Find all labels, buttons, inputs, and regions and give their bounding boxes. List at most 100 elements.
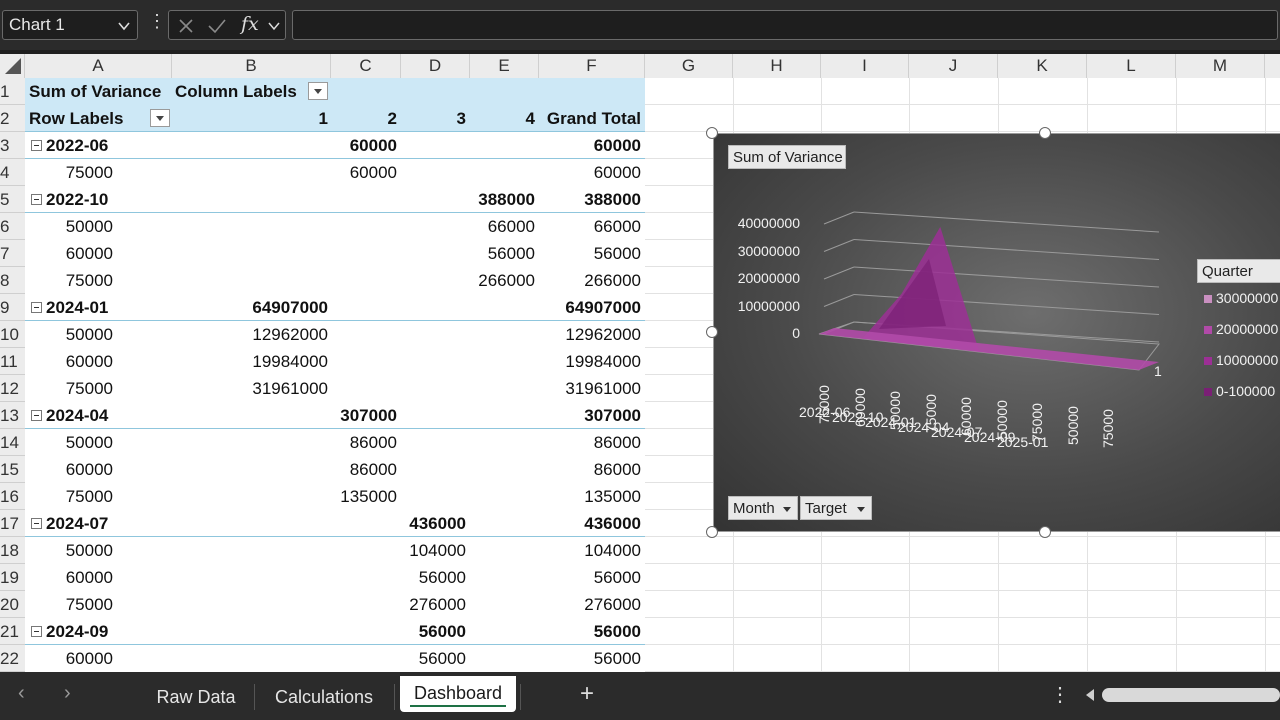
legend-item[interactable]: 10000000: [1204, 352, 1278, 368]
tab-raw-data[interactable]: Raw Data: [140, 682, 252, 714]
name-box[interactable]: Chart 1: [2, 10, 138, 40]
collapse-icon[interactable]: [31, 626, 42, 637]
pivot-detail-row[interactable]: 60000 56000 56000: [25, 564, 645, 591]
row-header-5[interactable]: 5: [0, 186, 25, 213]
pivot-chart[interactable]: Sum of Variance 40000000 30000000 20000000…: [713, 133, 1280, 532]
column-header-m[interactable]: M: [1176, 54, 1265, 78]
chart-resize-handle-bottom[interactable]: [1039, 526, 1051, 538]
column-header-c[interactable]: C: [331, 54, 401, 78]
next-sheet-icon[interactable]: ›: [64, 682, 71, 705]
more-tabs-icon[interactable]: ⋮: [1050, 682, 1070, 707]
row-header-7[interactable]: 7: [0, 240, 25, 267]
pivot-group-row[interactable]: 2024-07 436000 436000: [25, 510, 645, 537]
row-header-21[interactable]: 21: [0, 618, 25, 645]
column-header-i[interactable]: I: [821, 54, 909, 78]
pivot-detail-row[interactable]: 50000 12962000 12962000: [25, 321, 645, 348]
row-header-6[interactable]: 6: [0, 213, 25, 240]
row-header-20[interactable]: 20: [0, 591, 25, 618]
pivot-detail-row[interactable]: 50000 66000 66000: [25, 213, 645, 240]
pivot-detail-row[interactable]: 75000 135000 135000: [25, 483, 645, 510]
column-header-d[interactable]: D: [401, 54, 470, 78]
pivot-group-row[interactable]: 2022-10 388000 388000: [25, 186, 645, 213]
row-header-14[interactable]: 14: [0, 429, 25, 456]
column-header-h[interactable]: H: [733, 54, 821, 78]
row-header-17[interactable]: 17: [0, 510, 25, 537]
pivot-detail-row[interactable]: 75000 266000 266000: [25, 267, 645, 294]
pivot-detail-row[interactable]: 75000 60000 60000: [25, 159, 645, 186]
column-header-l[interactable]: L: [1087, 54, 1176, 78]
row-header-15[interactable]: 15: [0, 456, 25, 483]
insert-function-icon[interactable]: fx: [241, 13, 259, 35]
month-field-button[interactable]: Month: [728, 496, 798, 520]
column-header-a[interactable]: A: [25, 54, 172, 78]
chart-resize-handle-left[interactable]: [706, 326, 718, 338]
pivot-cell-f: 266000: [584, 271, 641, 290]
pivot-group-row[interactable]: 2024-09 56000 56000: [25, 618, 645, 645]
row-header-9[interactable]: 9: [0, 294, 25, 321]
add-sheet-button[interactable]: +: [580, 680, 594, 708]
pivot-cell-f: 60000: [593, 163, 641, 182]
legend-item[interactable]: 30000000: [1204, 290, 1278, 306]
prev-sheet-icon[interactable]: ‹: [18, 682, 25, 705]
collapse-icon[interactable]: [31, 518, 42, 529]
row-header-13[interactable]: 13: [0, 402, 25, 429]
row-header-2[interactable]: 2: [0, 105, 25, 132]
pivot-group-row[interactable]: 2022-06 60000 60000: [25, 132, 645, 159]
column-header-k[interactable]: K: [998, 54, 1087, 78]
chart-resize-handle-top[interactable]: [1039, 127, 1051, 139]
tab-calculations[interactable]: Calculations: [258, 682, 390, 714]
legend-label: 10000000: [1216, 352, 1279, 368]
enter-check-icon[interactable]: [207, 17, 227, 35]
column-header-f[interactable]: F: [539, 54, 645, 78]
pivot-detail-row[interactable]: 50000 104000 104000: [25, 537, 645, 564]
horizontal-scrollbar[interactable]: [1082, 684, 1280, 706]
formula-input[interactable]: [292, 10, 1278, 40]
row-header-12[interactable]: 12: [0, 375, 25, 402]
pivot-group-row[interactable]: 2024-01 64907000 64907000: [25, 294, 645, 321]
chevron-down-icon[interactable]: [267, 20, 281, 32]
collapse-icon[interactable]: [31, 410, 42, 421]
tab-dashboard[interactable]: Dashboard: [400, 676, 516, 712]
column-header-j[interactable]: J: [909, 54, 998, 78]
row-header-16[interactable]: 16: [0, 483, 25, 510]
more-options-icon[interactable]: ⋮: [148, 12, 166, 30]
row-header-3[interactable]: 3: [0, 132, 25, 159]
row-header-19[interactable]: 19: [0, 564, 25, 591]
legend-item[interactable]: 20000000: [1204, 321, 1278, 337]
pivot-cell-c: 60000: [349, 163, 397, 182]
pivot-cell-f: 307000: [584, 406, 641, 425]
chart-x-category-label: 50000: [1064, 406, 1081, 445]
row-header-11[interactable]: 11: [0, 348, 25, 375]
pivot-group-row[interactable]: 2024-04 307000 307000: [25, 402, 645, 429]
row-header-22[interactable]: 22: [0, 645, 25, 672]
legend-title[interactable]: Quarter: [1197, 259, 1280, 283]
pivot-detail-row[interactable]: 60000 86000 86000: [25, 456, 645, 483]
pivot-detail-row[interactable]: 75000 276000 276000: [25, 591, 645, 618]
chart-y-tick-label: 10000000: [737, 297, 800, 314]
cancel-icon[interactable]: [177, 17, 195, 35]
chart-resize-handle-bl[interactable]: [706, 526, 718, 538]
row-header-1[interactable]: 1: [0, 78, 25, 105]
column-header-e[interactable]: E: [470, 54, 539, 78]
row-header-8[interactable]: 8: [0, 267, 25, 294]
row-labels-filter-button[interactable]: [150, 109, 170, 127]
column-header-g[interactable]: G: [645, 54, 733, 78]
collapse-icon[interactable]: [31, 194, 42, 205]
collapse-icon[interactable]: [31, 140, 42, 151]
row-header-10[interactable]: 10: [0, 321, 25, 348]
pivot-row-label: 75000: [65, 379, 113, 398]
column-header-b[interactable]: B: [172, 54, 331, 78]
collapse-icon[interactable]: [31, 302, 42, 313]
column-labels-filter-button[interactable]: [308, 82, 328, 100]
legend-item[interactable]: 0-100000: [1204, 383, 1275, 399]
pivot-detail-row[interactable]: 60000 19984000 19984000: [25, 348, 645, 375]
chart-resize-handle-tl[interactable]: [706, 127, 718, 139]
pivot-detail-row[interactable]: 60000 56000 56000: [25, 240, 645, 267]
pivot-detail-row[interactable]: 50000 86000 86000: [25, 429, 645, 456]
target-field-button[interactable]: Target: [800, 496, 872, 520]
select-all-corner[interactable]: [0, 54, 25, 78]
pivot-detail-row[interactable]: 75000 31961000 31961000: [25, 375, 645, 402]
row-header-4[interactable]: 4: [0, 159, 25, 186]
row-header-18[interactable]: 18: [0, 537, 25, 564]
pivot-detail-row[interactable]: 60000 56000 56000: [25, 645, 645, 672]
